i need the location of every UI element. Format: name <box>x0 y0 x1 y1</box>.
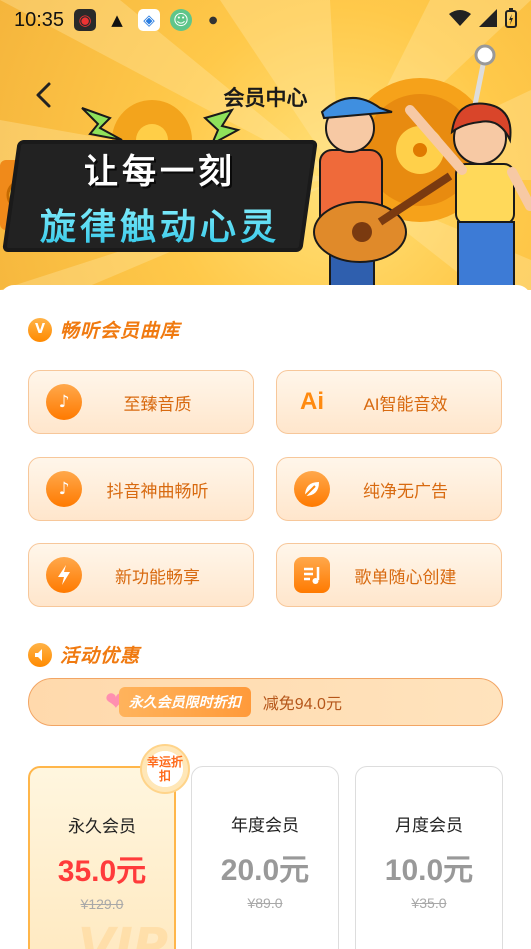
promo-tag: 永久会员限时折扣 <box>118 687 251 717</box>
feature-ai-sound[interactable]: Ai AI智能音效 <box>276 370 502 434</box>
status-bar: 10:35 ◉ ▲ ◈ ☺ ● <box>0 0 531 40</box>
mascot-app-icon: ☺ <box>170 9 193 31</box>
library-section-header: V 畅听会员曲库 <box>28 316 180 343</box>
feature-ad-free[interactable]: 纯净无广告 <box>276 457 502 521</box>
plan-price: 10.0元 <box>384 854 474 887</box>
plan-yearly[interactable]: 年度会员 20.0元 ¥89.0 <box>191 766 339 949</box>
feature-label: AI智能音效 <box>363 394 448 414</box>
plan-price: 35.0元 <box>57 855 147 888</box>
tiktok-icon: ♪ <box>46 471 82 507</box>
header-banner: 10:35 ◉ ▲ ◈ ☺ ● 会员中心 让每一刻 旋律触动心灵 <box>0 0 531 290</box>
feature-hifi-quality[interactable]: ♪ 至臻音质 <box>28 370 254 434</box>
layers-app-icon: ◈ <box>138 9 161 31</box>
music-note-icon: ♪ <box>46 384 82 420</box>
plan-name: 月度会员 <box>395 816 463 835</box>
status-time: 10:35 <box>14 8 65 31</box>
page-title: 会员中心 <box>223 87 308 110</box>
plan-original-price: ¥89.0 <box>247 895 283 911</box>
feature-label: 纯净无广告 <box>363 481 448 501</box>
playlist-icon <box>294 557 330 593</box>
wifi-icon <box>449 9 471 31</box>
ai-icon: Ai <box>300 388 324 415</box>
battery-icon <box>505 8 517 32</box>
feature-playlist-create[interactable]: 歌单随心创建 <box>276 543 502 607</box>
plan-name: 永久会员 <box>68 817 136 836</box>
lucky-discount-badge: 幸运折扣 <box>140 744 190 794</box>
lightning-icon <box>46 557 82 593</box>
promo-discount: 减免94.0元 <box>262 696 342 713</box>
vip-watermark: VIP <box>77 918 168 949</box>
plan-name: 年度会员 <box>231 816 299 835</box>
slogan-line-2: 旋律触动心灵 <box>10 198 310 250</box>
feature-new-functions[interactable]: 新功能畅享 <box>28 543 254 607</box>
plan-original-price: ¥129.0 <box>80 896 124 912</box>
plan-original-price: ¥35.0 <box>411 895 447 911</box>
promotions-section-header: 活动优惠 <box>28 641 140 668</box>
plan-price: 20.0元 <box>220 854 310 887</box>
warning-icon: ▲ <box>111 11 123 29</box>
feature-label: 新功能畅享 <box>115 567 200 587</box>
promo-banner[interactable]: ❤ 永久会员限时折扣 减免94.0元 <box>28 678 503 726</box>
slogan-banner: 让每一刻 旋律触动心灵 <box>2 140 318 255</box>
plan-lifetime[interactable]: 永久会员 35.0元 ¥129.0 VIP <box>28 766 176 949</box>
feature-label: 歌单随心创建 <box>354 567 457 587</box>
promotions-section-title: 活动优惠 <box>60 646 141 667</box>
feature-label: 至臻音质 <box>123 394 192 414</box>
feature-tiktok-hits[interactable]: ♪ 抖音神曲畅听 <box>28 457 254 521</box>
feature-label: 抖音神曲畅听 <box>106 481 209 501</box>
library-section-title: 畅听会员曲库 <box>60 321 181 342</box>
leaf-icon <box>294 471 330 507</box>
more-notifications-icon: ● <box>208 14 218 26</box>
signal-icon <box>479 9 497 31</box>
speaker-icon <box>28 642 52 667</box>
slogan-line-1: 让每一刻 <box>84 153 236 191</box>
vip-badge-icon: V <box>28 317 52 342</box>
plan-monthly[interactable]: 月度会员 10.0元 ¥35.0 <box>355 766 503 949</box>
app-notification-icon: ◉ <box>74 9 97 31</box>
